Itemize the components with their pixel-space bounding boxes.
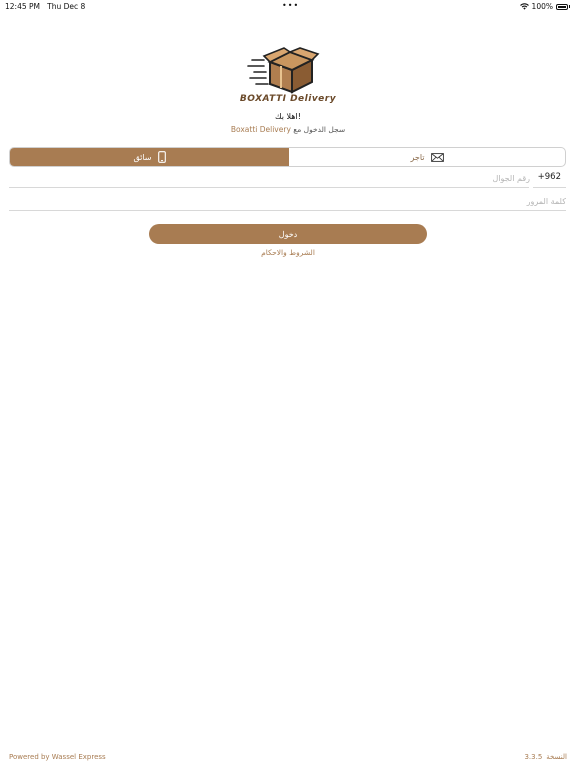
mobile-phone-icon	[157, 151, 166, 163]
phone-row: +962	[9, 168, 566, 188]
subtitle-app-name: Boxatti Delivery	[230, 125, 291, 134]
phone-input[interactable]	[9, 172, 530, 184]
version-text: النسخة 3.3.5	[524, 753, 567, 761]
version-label: النسخة	[546, 753, 567, 761]
country-code[interactable]: +962	[538, 172, 561, 182]
tab-driver[interactable]: سائق	[10, 148, 289, 166]
envelope-icon	[430, 152, 444, 162]
login-subtitle: سجل الدخول مع Boxatti Delivery	[0, 125, 576, 134]
tab-merchant[interactable]: تاجر	[289, 148, 565, 166]
brand-name: BOXATTI Delivery	[239, 94, 337, 104]
powered-by-text: Powered by Wassel Express	[9, 753, 106, 761]
password-underline	[9, 210, 566, 211]
status-time: 12:45 PM Thu Dec 8	[5, 2, 86, 11]
battery-icon	[556, 3, 568, 10]
terms-link[interactable]: الشروط والاحكام	[0, 248, 576, 257]
tab-merchant-label: تاجر	[410, 152, 425, 162]
status-right: 100%	[519, 2, 570, 11]
password-input[interactable]	[9, 195, 566, 207]
battery-percent: 100%	[531, 2, 553, 11]
multitasking-dots[interactable]: •••	[282, 1, 299, 10]
tab-driver-label: سائق	[133, 152, 152, 162]
subtitle-prefix: سجل الدخول مع	[293, 125, 346, 134]
wifi-icon	[519, 3, 529, 10]
phone-underline	[9, 187, 529, 188]
status-bar: 12:45 PM Thu Dec 8 ••• 100%	[0, 0, 576, 12]
welcome-text: اهلا بك!	[275, 112, 301, 121]
version-number: 3.3.5	[524, 753, 543, 761]
country-code-underline	[533, 187, 566, 188]
user-type-tabs: سائق تاجر	[9, 147, 566, 167]
login-button[interactable]: دخول	[149, 224, 427, 244]
password-row	[9, 191, 566, 211]
